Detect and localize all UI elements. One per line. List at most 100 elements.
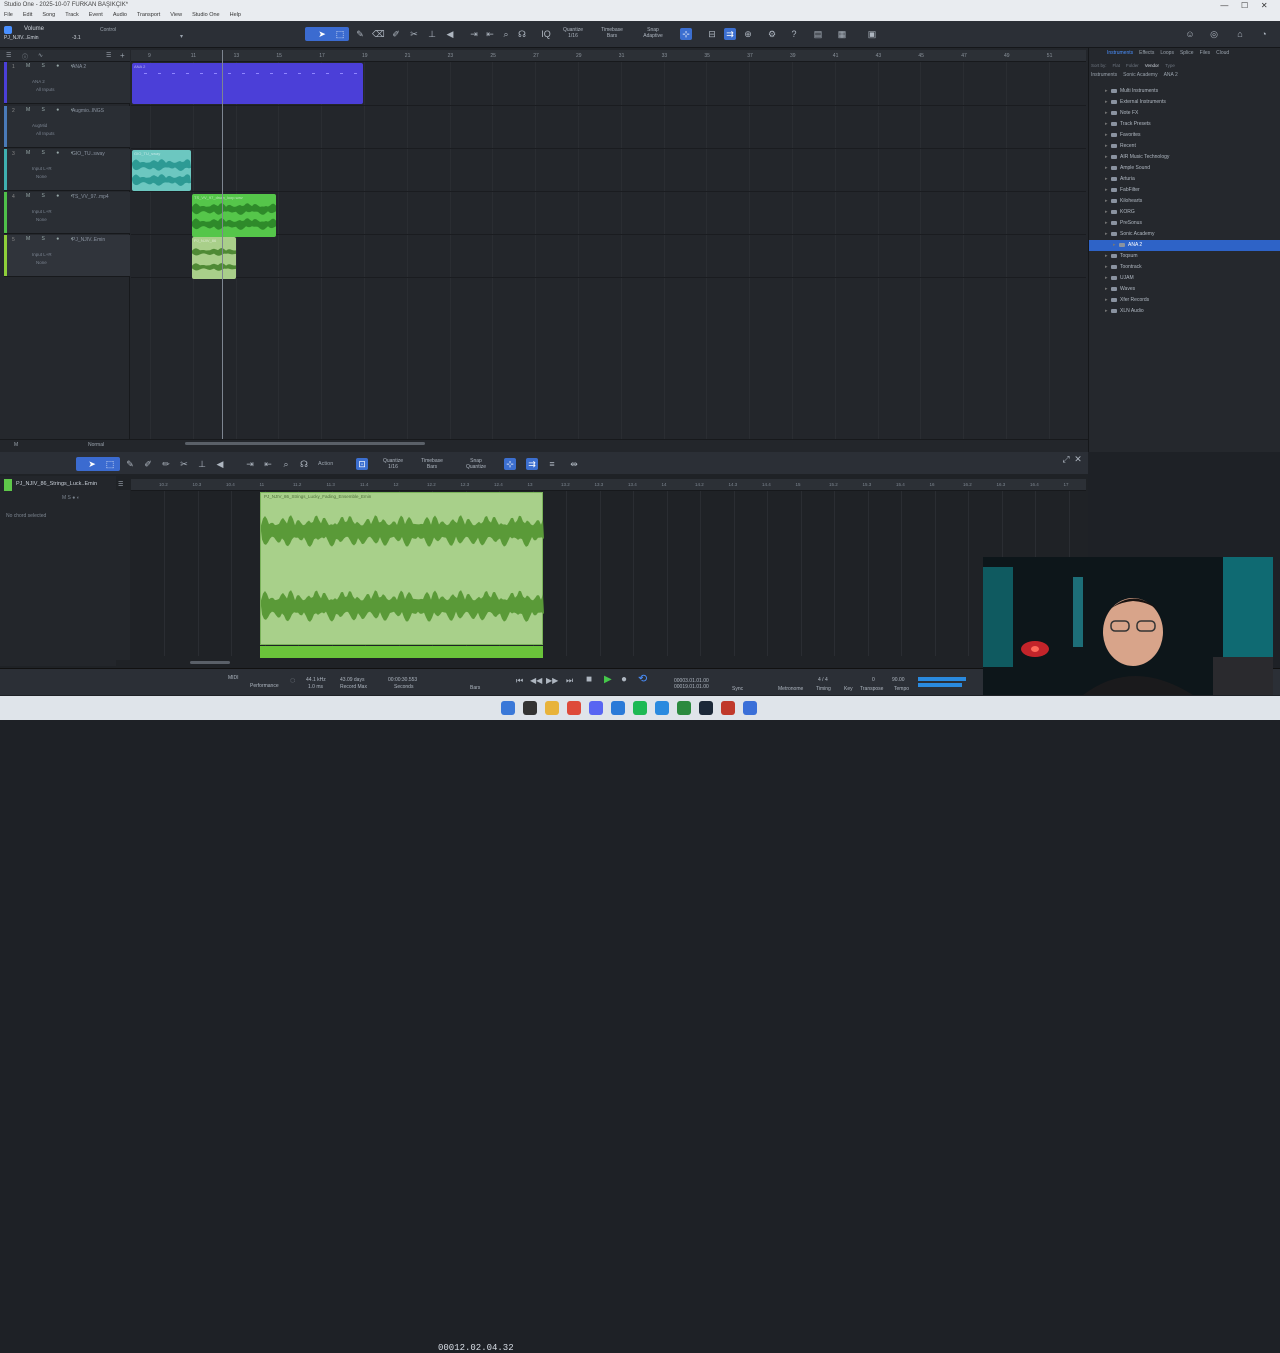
menu-studio-one[interactable]: Studio One <box>192 12 220 21</box>
explorer-icon[interactable] <box>545 701 559 715</box>
mute-tool-icon[interactable]: ☊ <box>516 28 528 40</box>
snap-value[interactable]: Adaptive <box>643 33 662 39</box>
main-time-display[interactable]: 00012.02.04.32 <box>438 1343 514 1353</box>
inspector-icon[interactable]: ⓘ <box>22 52 28 61</box>
track-output[interactable]: All Inputs <box>36 131 55 136</box>
quantize-icon[interactable]: IQ <box>540 28 552 40</box>
browser-item[interactable]: ▸ XLN Audio <box>1089 306 1280 317</box>
arrow-tool-icon[interactable]: ➤ <box>316 28 328 40</box>
join-icon[interactable]: ⇤ <box>484 28 496 40</box>
control-dropdown-icon[interactable]: ▾ <box>180 33 183 40</box>
search-icon[interactable] <box>523 701 537 715</box>
performance-label[interactable]: Performance <box>250 683 279 689</box>
play-icon[interactable]: ▶ <box>604 675 612 685</box>
track-buttons[interactable]: M S ● ◐ <box>26 236 79 242</box>
time-signature[interactable]: 4 / 4 <box>818 677 828 683</box>
editor-close-icon[interactable]: ✕ <box>1072 453 1084 465</box>
track-output[interactable]: None <box>36 174 47 179</box>
transpose-value[interactable]: 0 <box>872 677 875 683</box>
minimize-button[interactable]: — <box>1220 1 1228 11</box>
browser-item[interactable]: ▸ Track Presets <box>1089 119 1280 130</box>
sync-label[interactable]: Sync <box>732 686 743 692</box>
edge-icon[interactable] <box>655 701 669 715</box>
filter-type[interactable]: Type <box>1165 63 1175 71</box>
menu-file[interactable]: File <box>4 12 13 21</box>
tab-effects[interactable]: Effects <box>1139 50 1154 60</box>
filter-folder[interactable]: Folder <box>1126 63 1139 71</box>
track-input[interactable]: ANA 2 <box>32 79 45 84</box>
end-icon[interactable]: ⏭ <box>566 677 573 685</box>
track-list-icon[interactable]: ☰ <box>6 52 11 59</box>
footer-m[interactable]: M <box>14 442 18 448</box>
track-name[interactable]: PJ_NJIV..Emin <box>72 237 124 243</box>
account-icon[interactable]: ☺ <box>1184 28 1196 40</box>
editor-fit-icon[interactable]: ⇹ <box>568 458 580 470</box>
erase-tool-icon[interactable]: ⌫ <box>372 28 385 40</box>
tab-splice[interactable]: Splice <box>1180 50 1194 60</box>
automation-icon[interactable]: ∿ <box>38 52 43 59</box>
timebase-value[interactable]: Bars <box>607 33 617 39</box>
quantize-value[interactable]: 1/16 <box>568 33 578 39</box>
return-zero-icon[interactable]: ⏮ <box>516 677 523 685</box>
browser-item[interactable]: ▸ Multi Instruments <box>1089 86 1280 97</box>
filter-flat[interactable]: Flat <box>1113 63 1121 71</box>
browser-item[interactable]: ▸ UJAM <box>1089 273 1280 284</box>
browser-item[interactable]: ▸ Kilohearts <box>1089 196 1280 207</box>
browser-item[interactable]: ▸ AIR Music Technology <box>1089 152 1280 163</box>
draw-tool-icon[interactable]: ✎ <box>354 28 366 40</box>
track-header[interactable]: 4 M S ● ◐ TS_VV_97..mp4 Input L+R None <box>4 192 130 234</box>
track-lanes[interactable]: ANA 2 GIO_TU_sway TS_VV_97_drum_loop.wav PJ… <box>131 62 1093 440</box>
editor-timebase-value[interactable]: Bars <box>427 464 437 470</box>
editor-snap-value[interactable]: Quantize <box>466 464 486 470</box>
browser-item[interactable]: ▸ KORG <box>1089 207 1280 218</box>
browser-item[interactable]: ▸ External Instruments <box>1089 97 1280 108</box>
range-tool-icon[interactable]: ⬚ <box>334 28 346 40</box>
chrome-icon[interactable] <box>567 701 581 715</box>
horizontal-scrollbar[interactable] <box>185 442 425 445</box>
editor-join-icon[interactable]: ⇤ <box>262 458 274 470</box>
track-input[interactable]: Input L+R <box>32 252 52 257</box>
grid-view-icon[interactable]: ▦ <box>836 28 848 40</box>
follow-icon[interactable]: ⇉ <box>724 28 736 40</box>
menu-view[interactable]: View <box>170 12 182 21</box>
audio-clip[interactable]: GIO_TU_sway <box>132 150 191 191</box>
tab-cloud[interactable]: Cloud <box>1216 50 1229 60</box>
timeline-ruler[interactable]: 9 11 13 15 17 19 21 23 25 27 29 31 33 35 37 39 41 43 45 47 4… <box>131 50 1086 62</box>
browser-item[interactable]: ▸ Note FX <box>1089 108 1280 119</box>
audio-clip[interactable]: PJ_NJIV_86 <box>192 237 236 279</box>
snap-toggle-icon[interactable]: ⊹ <box>680 28 692 40</box>
browser-item[interactable]: ▸ Ample Sound <box>1089 163 1280 174</box>
footer-mode[interactable]: Normal <box>88 442 104 448</box>
editor-lanes-icon[interactable]: ≡ <box>546 458 558 470</box>
metronome-label[interactable]: Metronome <box>778 686 803 692</box>
maximize-button[interactable]: ☐ <box>1241 1 1248 11</box>
editor-io-icons[interactable]: M S ● ◐ <box>62 495 80 501</box>
spotify-icon[interactable] <box>633 701 647 715</box>
editor-erase-icon[interactable]: ✐ <box>142 458 154 470</box>
menu-event[interactable]: Event <box>89 12 103 21</box>
editor-track-name[interactable]: PJ_NJIV_86_Strings_Luck..Emin <box>16 481 126 491</box>
close-button[interactable]: ✕ <box>1261 1 1268 11</box>
browser-item[interactable]: ▸ Recent <box>1089 141 1280 152</box>
record-icon[interactable]: ● <box>621 675 627 685</box>
editor-arrow-icon[interactable]: ➤ <box>86 458 98 470</box>
menu-song[interactable]: Song <box>42 12 55 21</box>
tab-instruments[interactable]: Instruments <box>1107 50 1133 60</box>
editor-zoom-icon[interactable]: ⌕ <box>280 458 292 470</box>
editor-scrollbar[interactable] <box>190 661 230 664</box>
tab-files[interactable]: Files <box>1200 50 1211 60</box>
discord-icon[interactable] <box>589 701 603 715</box>
menu-help[interactable]: Help <box>230 12 241 21</box>
editor-track-menu-icon[interactable]: ☰ <box>118 481 123 488</box>
steam-icon[interactable] <box>699 701 713 715</box>
track-buttons[interactable]: M S ● ◐ <box>26 63 79 69</box>
editor-clip-footer[interactable] <box>260 646 543 658</box>
menu-track[interactable]: Track <box>65 12 79 21</box>
menu-transport[interactable]: Transport <box>137 12 160 21</box>
loop-end[interactable]: 00019.01.01.00 <box>674 684 709 690</box>
editor-split-icon[interactable]: ✂ <box>178 458 190 470</box>
editor-mute-icon[interactable]: ☊ <box>298 458 310 470</box>
home-icon[interactable]: ⌂ <box>1234 28 1246 40</box>
crumb-plugin[interactable]: ANA 2 <box>1164 72 1178 80</box>
track-buttons[interactable]: M S ● ◐ <box>26 193 79 199</box>
